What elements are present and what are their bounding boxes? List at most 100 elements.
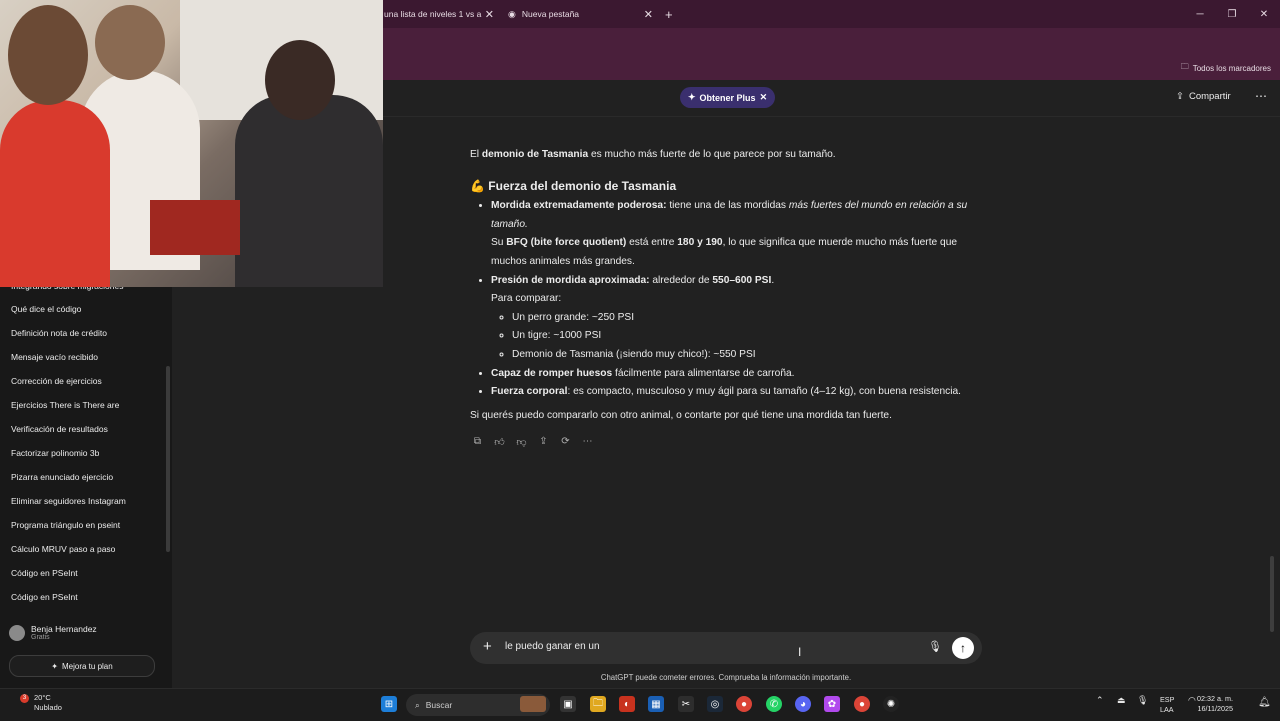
sidebar-item-chat[interactable]: Cálculo MRUV paso a paso xyxy=(11,544,115,554)
avatar xyxy=(9,624,25,641)
get-plus-label: Obtener Plus xyxy=(699,92,756,103)
user-profile[interactable]: Benja Hernandez Gratis xyxy=(9,624,97,641)
tab-nueva-pestana[interactable]: ◉ Nueva pestaña ✕ xyxy=(508,4,653,24)
message-actions: ⧉ 👍︎ 👎︎ ⇪ ⟳ ⋯ xyxy=(471,435,594,448)
tab-label: Nueva pestaña xyxy=(521,9,580,19)
copilot-icon[interactable]: ✿ xyxy=(824,696,840,712)
close-tab-icon[interactable]: ✕ xyxy=(644,8,653,21)
chrome-icon[interactable]: ● xyxy=(736,696,752,712)
minimize-icon[interactable]: ─ xyxy=(1184,0,1216,28)
search-highlight-icon[interactable] xyxy=(520,696,546,712)
sidebar-item-chat[interactable]: Eliminar seguidores Instagram xyxy=(11,496,126,506)
capcut-icon[interactable]: ✂ xyxy=(678,696,694,712)
maximize-icon[interactable]: ❐ xyxy=(1216,0,1248,28)
sidebar-item-chat[interactable]: Mensaje vacío recibido xyxy=(11,352,98,362)
sidebar-scrollbar[interactable] xyxy=(166,366,170,552)
close-tab-icon[interactable]: ✕ xyxy=(485,8,494,21)
disclaimer: ChatGPT puede cometer errores. Comprueba… xyxy=(600,673,852,682)
regenerate-icon[interactable]: ⟳ xyxy=(559,435,572,448)
tab-niveles[interactable]: una lista de niveles 1 vs a ✕ xyxy=(384,4,494,24)
notifications-icon[interactable]: 🔔︎ xyxy=(1258,697,1271,708)
search-icon: ⌕ xyxy=(415,699,420,710)
share-label: Compartir xyxy=(1188,91,1231,102)
send-button[interactable]: ↑ xyxy=(952,637,974,659)
sidebar-item-chat[interactable]: Código en PSeInt xyxy=(11,568,78,578)
sidebar-item-chat[interactable]: Definición nota de crédito xyxy=(11,328,107,338)
sparkle-icon: ✦ xyxy=(51,661,58,671)
usb-icon[interactable]: ⏏ xyxy=(1117,695,1126,705)
microphone-tray-icon[interactable]: 🎙︎ xyxy=(1137,695,1148,705)
app-icon[interactable]: ◐ xyxy=(619,696,635,712)
thumbs-up-icon[interactable]: 👍︎ xyxy=(493,435,506,448)
plus-icon: + xyxy=(665,6,673,22)
assistant-message: El demonio de Tasmania es mucho más fuer… xyxy=(470,146,990,425)
weather-widget[interactable]: 3 20°C Nublado xyxy=(18,693,62,713)
share-icon[interactable]: ⇪ xyxy=(537,435,550,448)
outro-paragraph: Si querés puedo compararlo con otro anim… xyxy=(470,409,892,421)
webcam-overlay xyxy=(0,0,383,287)
sidebar-item-chat[interactable]: Ejercicios There is There are xyxy=(11,400,119,410)
all-bookmarks-label: Todos los marcadores xyxy=(1192,63,1271,73)
prompt-input[interactable]: le puedo ganar en un xyxy=(505,641,600,652)
thumbs-down-icon[interactable]: 👎︎ xyxy=(515,435,528,448)
discord-icon[interactable]: ◕ xyxy=(795,696,811,712)
sidebar-item-chat[interactable]: Corrección de ejercicios xyxy=(11,376,102,386)
list-item: Un perro grande: ~250 PSI xyxy=(512,309,990,328)
file-explorer-icon[interactable]: 🗀 xyxy=(590,696,606,712)
share-icon: ⇪ xyxy=(1176,91,1184,102)
chat-header: ✦ Obtener Plus ✕ ⇪ Compartir ⋯ xyxy=(383,80,1280,117)
chatgpt-app-icon[interactable]: ✺ xyxy=(883,696,899,712)
clock[interactable]: 02:32 a. m. 16/11/2025 xyxy=(1197,694,1233,714)
close-icon[interactable]: ✕ xyxy=(760,92,768,103)
upgrade-plan-button[interactable]: ✦ Mejora tu plan xyxy=(9,655,155,677)
list-item: Demonio de Tasmania (¡siendo muy chico!)… xyxy=(512,346,990,365)
search-label: Buscar xyxy=(425,700,453,710)
steam-icon[interactable]: ◎ xyxy=(707,696,723,712)
sidebar-item-chat[interactable]: Código en PSeInt xyxy=(11,592,78,602)
windows-taskbar: 3 20°C Nublado ⊞ ⌕ Buscar ▣ 🗀 ◐ ▦ ✂ ◎ ● … xyxy=(0,688,1280,721)
task-view-icon[interactable]: ▣ xyxy=(560,696,576,712)
intro-paragraph: El demonio de Tasmania es mucho más fuer… xyxy=(470,149,836,160)
flexed-biceps-icon: 💪 xyxy=(470,178,485,193)
list-item: Capaz de romper huesos fácilmente para a… xyxy=(491,365,990,384)
share-button[interactable]: ⇪ Compartir xyxy=(1176,91,1231,102)
whatsapp-icon[interactable]: ✆ xyxy=(766,696,782,712)
chrome-tab-icon: ◉ xyxy=(508,8,516,19)
text-cursor-icon: I xyxy=(798,645,802,659)
sidebar-item-chat[interactable]: Pizarra enunciado ejercicio xyxy=(11,472,113,482)
language-indicator[interactable]: ESP LAA xyxy=(1160,695,1174,715)
folder-icon: 🗀 xyxy=(1180,62,1189,71)
chevron-up-icon[interactable]: ⌃ xyxy=(1096,695,1104,705)
list-item: Un tigre: ~1000 PSI xyxy=(512,327,990,346)
copy-icon[interactable]: ⧉ xyxy=(471,435,484,448)
chrome-profile-icon[interactable]: ● xyxy=(854,696,870,712)
all-bookmarks[interactable]: 🗀 Todos los marcadores xyxy=(1181,61,1271,75)
get-plus-button[interactable]: ✦ Obtener Plus ✕ xyxy=(680,87,776,108)
notification-badge: 3 xyxy=(20,694,29,703)
strength-list: Mordida extremadamente poderosa: tiene u… xyxy=(470,197,990,402)
more-icon[interactable]: ⋯ xyxy=(581,435,594,448)
windows-start-icon[interactable]: ⊞ xyxy=(381,696,397,712)
list-item: Mordida extremadamente poderosa: tiene u… xyxy=(491,197,990,271)
wifi-icon[interactable]: ◠ xyxy=(1188,695,1196,705)
weather-desc: Nublado xyxy=(34,703,62,712)
new-tab-button[interactable]: + xyxy=(665,4,677,24)
microphone-icon[interactable]: 🎙︎ xyxy=(928,640,942,653)
user-plan: Gratis xyxy=(31,634,50,641)
sidebar-item-chat[interactable]: Verificación de resultados xyxy=(11,424,108,434)
add-attachment-icon[interactable]: + xyxy=(483,638,492,655)
store-icon[interactable]: ▦ xyxy=(648,696,664,712)
more-options-icon[interactable]: ⋯ xyxy=(1255,89,1267,103)
sidebar-item-chat[interactable]: Programa triángulo en pseint xyxy=(11,520,120,530)
list-item: Presión de mordida aproximada: alrededor… xyxy=(491,272,990,365)
upgrade-label: Mejora tu plan xyxy=(62,661,113,671)
message-composer[interactable]: + le puedo ganar en un 🎙︎ ↑ xyxy=(470,632,982,664)
sidebar-item-chat[interactable]: Qué dice el código xyxy=(11,304,81,314)
comparison-list: Un perro grande: ~250 PSI Un tigre: ~100… xyxy=(491,309,990,365)
main-scrollbar[interactable] xyxy=(1270,556,1274,632)
close-window-icon[interactable]: ✕ xyxy=(1248,0,1280,28)
window-controls: ─ ❐ ✕ xyxy=(1184,0,1280,28)
user-name: Benja Hernandez xyxy=(31,624,97,634)
section-heading: 💪 Fuerza del demonio de Tasmania xyxy=(470,178,677,193)
sidebar-item-chat[interactable]: Factorizar polinomio 3b xyxy=(11,448,99,458)
